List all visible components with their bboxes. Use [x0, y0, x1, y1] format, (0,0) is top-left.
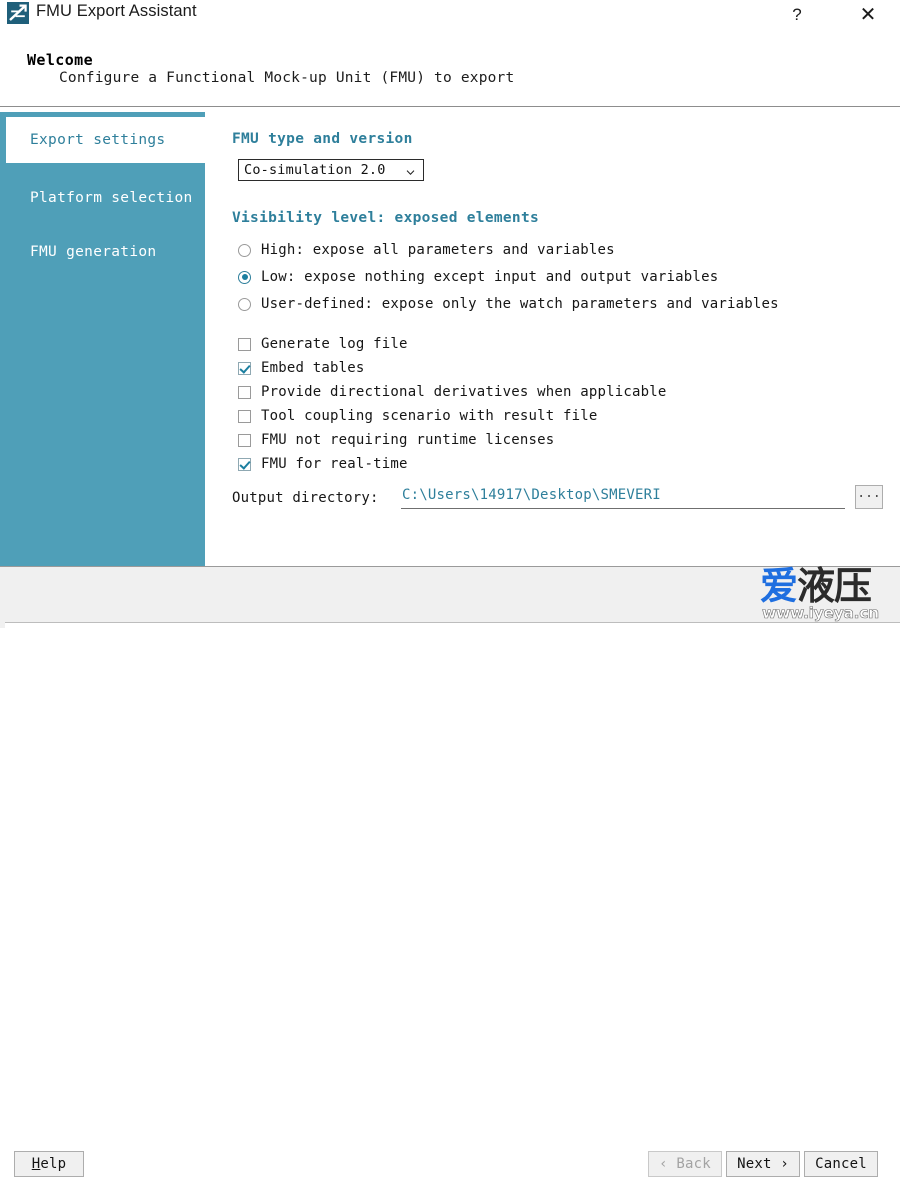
- checkbox-label: Embed tables: [261, 360, 365, 376]
- checkbox-icon: [238, 409, 251, 423]
- cancel-button-label: Cancel: [815, 1156, 867, 1172]
- help-button-rest: elp: [40, 1156, 67, 1172]
- checkbox-label: Provide directional derivatives when app…: [261, 384, 667, 400]
- chevron-down-icon: [406, 165, 415, 175]
- radio-icon-selected: [238, 270, 251, 284]
- checkbox-generate-log-file[interactable]: Generate log file: [238, 334, 408, 354]
- checkbox-fmu-not-requiring-runtime-licenses[interactable]: FMU not requiring runtime licenses: [238, 430, 554, 450]
- checkbox-label: Generate log file: [261, 336, 408, 352]
- checkbox-icon: [238, 337, 251, 351]
- checkbox-embed-tables[interactable]: Embed tables: [238, 358, 365, 378]
- radio-visibility-low[interactable]: Low: expose nothing except input and out…: [238, 267, 718, 287]
- radio-icon: [238, 243, 251, 257]
- sidebar-item-platform-selection[interactable]: Platform selection: [0, 175, 205, 221]
- checkbox-label: FMU for real-time: [261, 456, 408, 472]
- output-directory-input[interactable]: C:\Users\14917\Desktop\SMEVERI: [401, 487, 845, 509]
- fmu-app-icon: [7, 2, 29, 24]
- checkbox-label: Tool coupling scenario with result file: [261, 408, 598, 424]
- wizard-sidebar: Export settings Platform selection FMU g…: [0, 112, 205, 566]
- output-directory-label: Output directory:: [232, 490, 379, 506]
- radio-icon: [238, 297, 251, 311]
- checkbox-icon: [238, 433, 251, 447]
- sidebar-item-label: Platform selection: [30, 190, 193, 206]
- radio-label: Low: expose nothing except input and out…: [261, 269, 719, 285]
- checkbox-label: FMU not requiring runtime licenses: [261, 432, 555, 448]
- page-title: Welcome: [27, 51, 94, 69]
- checkbox-icon-checked: [238, 361, 251, 375]
- next-button-label: Next ›: [737, 1156, 789, 1172]
- main-panel: FMU type and version Co-simulation 2.0 V…: [205, 112, 900, 566]
- next-button[interactable]: Next ›: [726, 1151, 800, 1177]
- browse-directory-button[interactable]: ...: [855, 485, 883, 509]
- sidebar-item-fmu-generation[interactable]: FMU generation: [0, 229, 205, 275]
- checkbox-icon: [238, 385, 251, 399]
- radio-visibility-high[interactable]: High: expose all parameters and variable…: [238, 240, 615, 260]
- cancel-button[interactable]: Cancel: [804, 1151, 878, 1177]
- radio-label: User-defined: expose only the watch para…: [261, 296, 779, 312]
- footer-bar: Help ‹ Back Next › Cancel: [0, 567, 900, 1177]
- visibility-level-heading: Visibility level: exposed elements: [232, 210, 540, 226]
- back-button-label: ‹ Back: [659, 1156, 711, 1172]
- fmu-type-select[interactable]: Co-simulation 2.0: [238, 159, 424, 181]
- help-button[interactable]: Help: [14, 1151, 84, 1177]
- window-bottom-edge: [0, 622, 900, 628]
- window-title: FMU Export Assistant: [36, 2, 197, 20]
- radio-label: High: expose all parameters and variable…: [261, 242, 615, 258]
- radio-visibility-user-defined[interactable]: User-defined: expose only the watch para…: [238, 294, 779, 314]
- page-header: Welcome Configure a Functional Mock-up U…: [0, 29, 900, 107]
- sidebar-item-label: FMU generation: [30, 244, 157, 260]
- header-divider: [0, 106, 900, 107]
- checkbox-icon-checked: [238, 457, 251, 471]
- back-button[interactable]: ‹ Back: [648, 1151, 722, 1177]
- help-icon[interactable]: ?: [774, 0, 820, 29]
- fmu-type-selected-value: Co-simulation 2.0: [244, 162, 386, 178]
- sidebar-item-label: Export settings: [30, 132, 166, 148]
- checkbox-fmu-for-real-time[interactable]: FMU for real-time: [238, 454, 408, 474]
- checkbox-provide-directional-derivatives[interactable]: Provide directional derivatives when app…: [238, 382, 667, 402]
- sidebar-item-export-settings[interactable]: Export settings: [6, 117, 205, 163]
- page-subtitle: Configure a Functional Mock-up Unit (FMU…: [59, 70, 515, 86]
- title-bar: FMU Export Assistant ? ✕: [0, 0, 900, 29]
- checkbox-tool-coupling-scenario[interactable]: Tool coupling scenario with result file: [238, 406, 598, 426]
- close-icon[interactable]: ✕: [845, 0, 891, 29]
- fmu-type-heading: FMU type and version: [232, 131, 413, 147]
